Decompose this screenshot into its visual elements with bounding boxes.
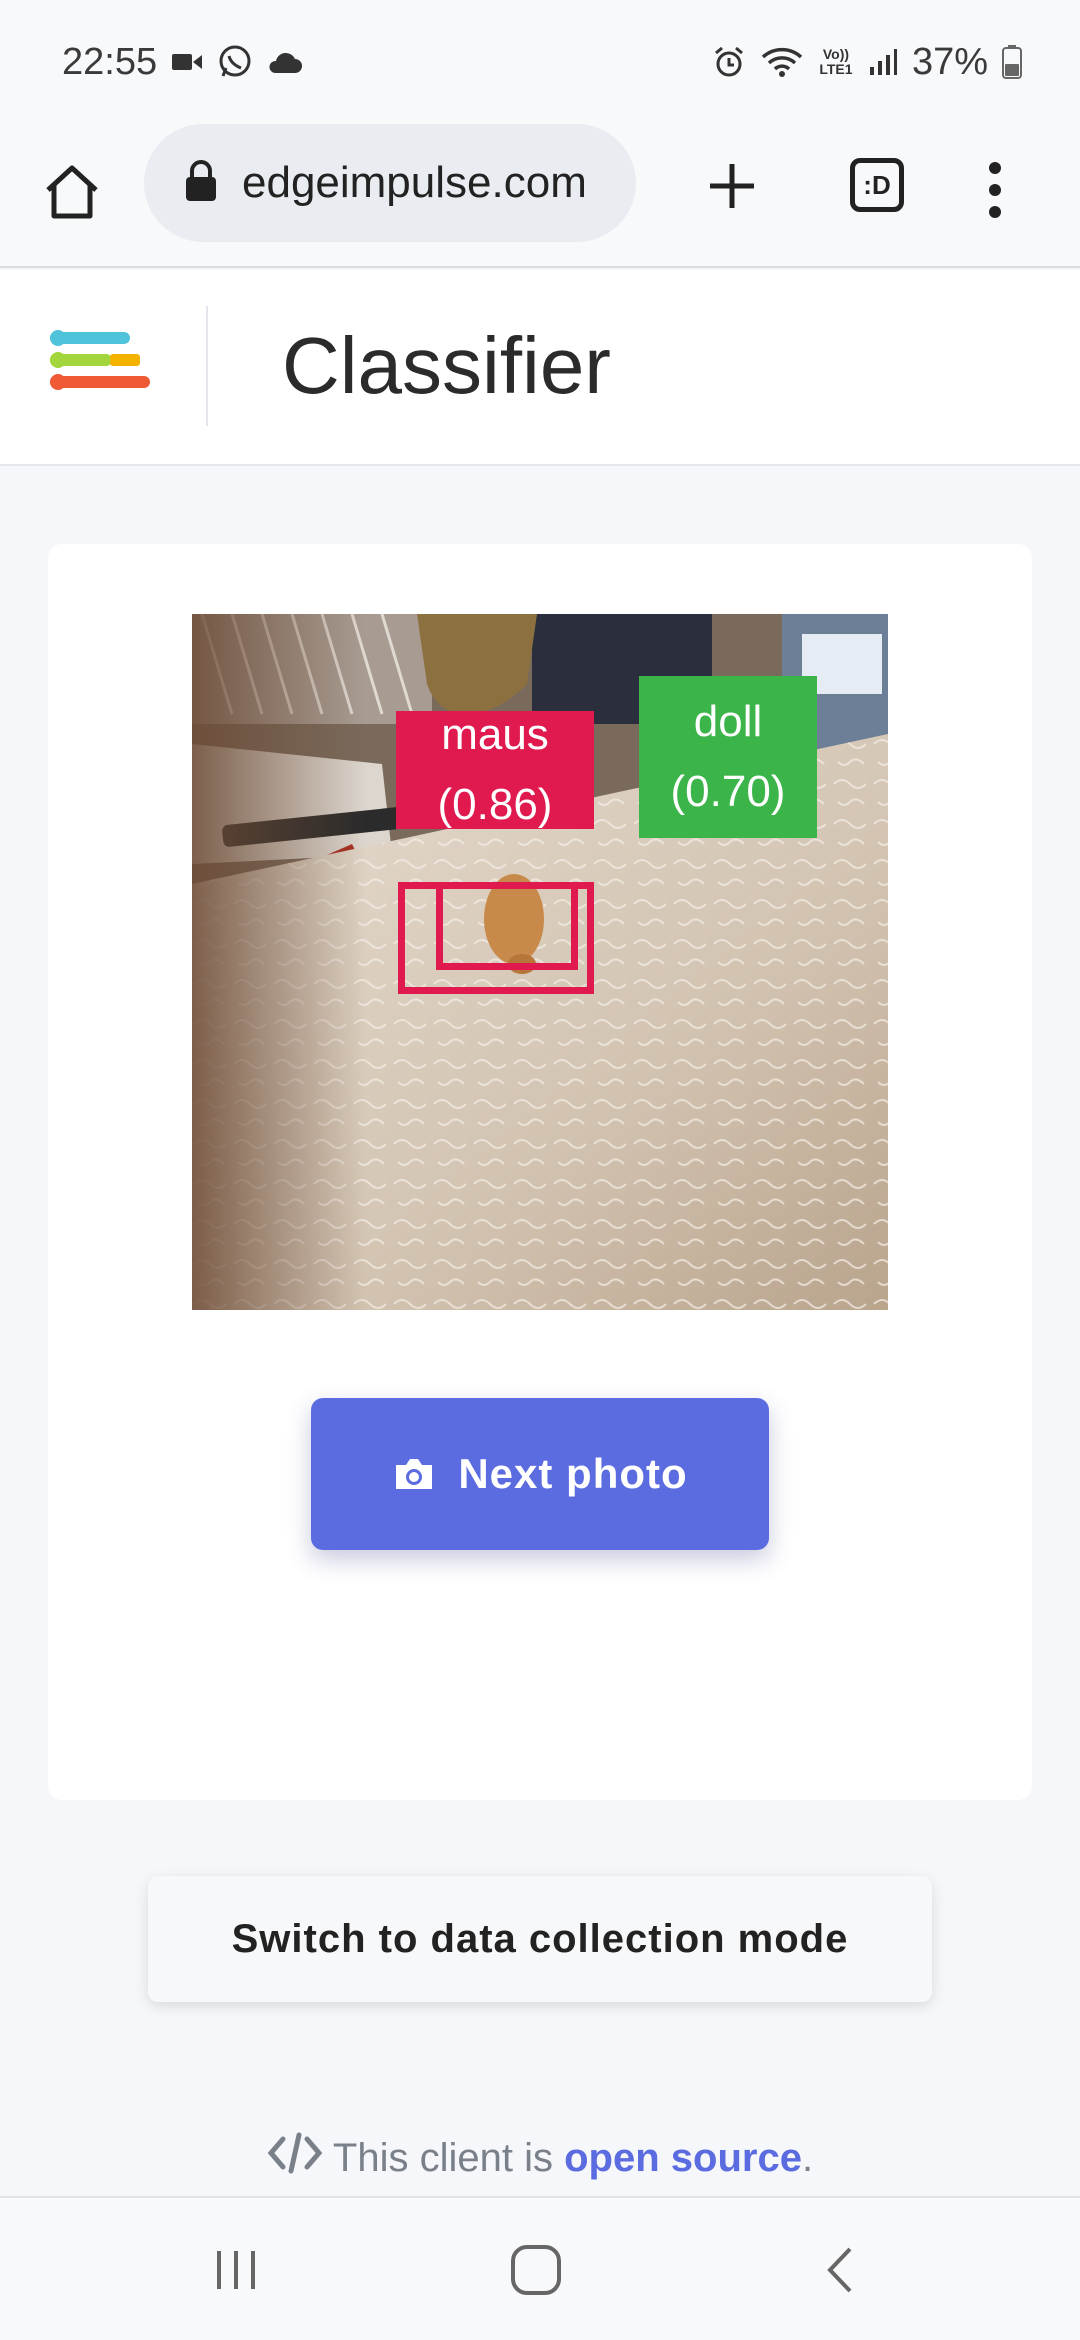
app-header: Classifier [0, 270, 1080, 466]
status-bar: 22:55 Vo)) LTE1 37% [0, 0, 1080, 124]
address-bar[interactable]: edgeimpulse.com [144, 124, 636, 242]
more-menu-button[interactable] [980, 160, 1010, 220]
url-text: edgeimpulse.com [242, 158, 587, 207]
page-title: Classifier [282, 321, 611, 410]
detection-label-doll-name: doll [693, 697, 763, 746]
footer-prefix: This client is [332, 2135, 553, 2180]
detection-label-doll: doll (0.70) [639, 676, 817, 838]
detection-box-maus-inner [436, 882, 578, 970]
new-tab-button[interactable] [700, 154, 764, 218]
plus-icon [710, 164, 754, 208]
status-right: Vo)) LTE1 37% [712, 41, 1022, 84]
recent-apps-icon [217, 2251, 255, 2289]
lock-icon [184, 159, 218, 208]
wifi-icon [760, 45, 804, 79]
tab-switcher-button[interactable]: :D [850, 158, 904, 212]
switch-data-collection-button[interactable]: Switch to data collection mode [148, 1876, 932, 2002]
camera-photo: maus (0.86) doll (0.70) [192, 614, 888, 1310]
code-icon [267, 2131, 323, 2185]
home-nav-icon [511, 2245, 561, 2295]
more-vert-icon [989, 162, 1001, 218]
status-left: 22:55 [62, 41, 303, 84]
footer-text: This client is open source. [333, 2136, 813, 2181]
status-time: 22:55 [62, 40, 158, 83]
detection-label-maus: maus (0.86) [396, 710, 594, 829]
footer: This client is open source. [0, 2128, 1080, 2188]
switch-data-collection-label: Switch to data collection mode [231, 1916, 849, 1961]
home-icon [46, 165, 98, 219]
open-source-link[interactable]: open source [564, 2136, 802, 2180]
back-icon [827, 2247, 852, 2293]
browser-toolbar: edgeimpulse.com :D [0, 124, 1080, 268]
volte-text: Vo)) LTE1 [819, 46, 853, 77]
volte-icon: Vo)) LTE1 [818, 47, 854, 77]
battery-icon [1002, 45, 1022, 79]
video-icon [171, 50, 203, 74]
logo-icon [50, 330, 150, 390]
cloud-icon [267, 49, 303, 75]
home-button[interactable] [40, 160, 104, 224]
alarm-icon [712, 45, 746, 79]
classifier-card: maus (0.86) doll (0.70) Next photo [48, 544, 1032, 1800]
home-nav-button[interactable] [504, 2238, 568, 2302]
whatsapp-icon [217, 44, 253, 80]
footer-suffix: . [801, 2135, 814, 2180]
next-photo-button[interactable]: Next photo [311, 1398, 769, 1550]
battery-percent: 37% [911, 40, 988, 83]
header-divider [206, 306, 208, 426]
signal-icon [868, 47, 898, 77]
detection-label-maus-score: (0.86) [437, 780, 553, 829]
camera-icon [396, 1459, 433, 1489]
next-photo-label: Next photo [458, 1450, 688, 1497]
system-nav-bar [0, 2196, 1080, 2340]
back-nav-button[interactable] [808, 2238, 872, 2302]
recent-apps-button[interactable] [204, 2238, 268, 2302]
tab-switcher-label: :D [863, 169, 891, 200]
edge-impulse-logo[interactable] [50, 328, 156, 402]
detection-label-maus-name: maus [441, 710, 549, 759]
detection-label-doll-score: (0.70) [670, 767, 786, 816]
